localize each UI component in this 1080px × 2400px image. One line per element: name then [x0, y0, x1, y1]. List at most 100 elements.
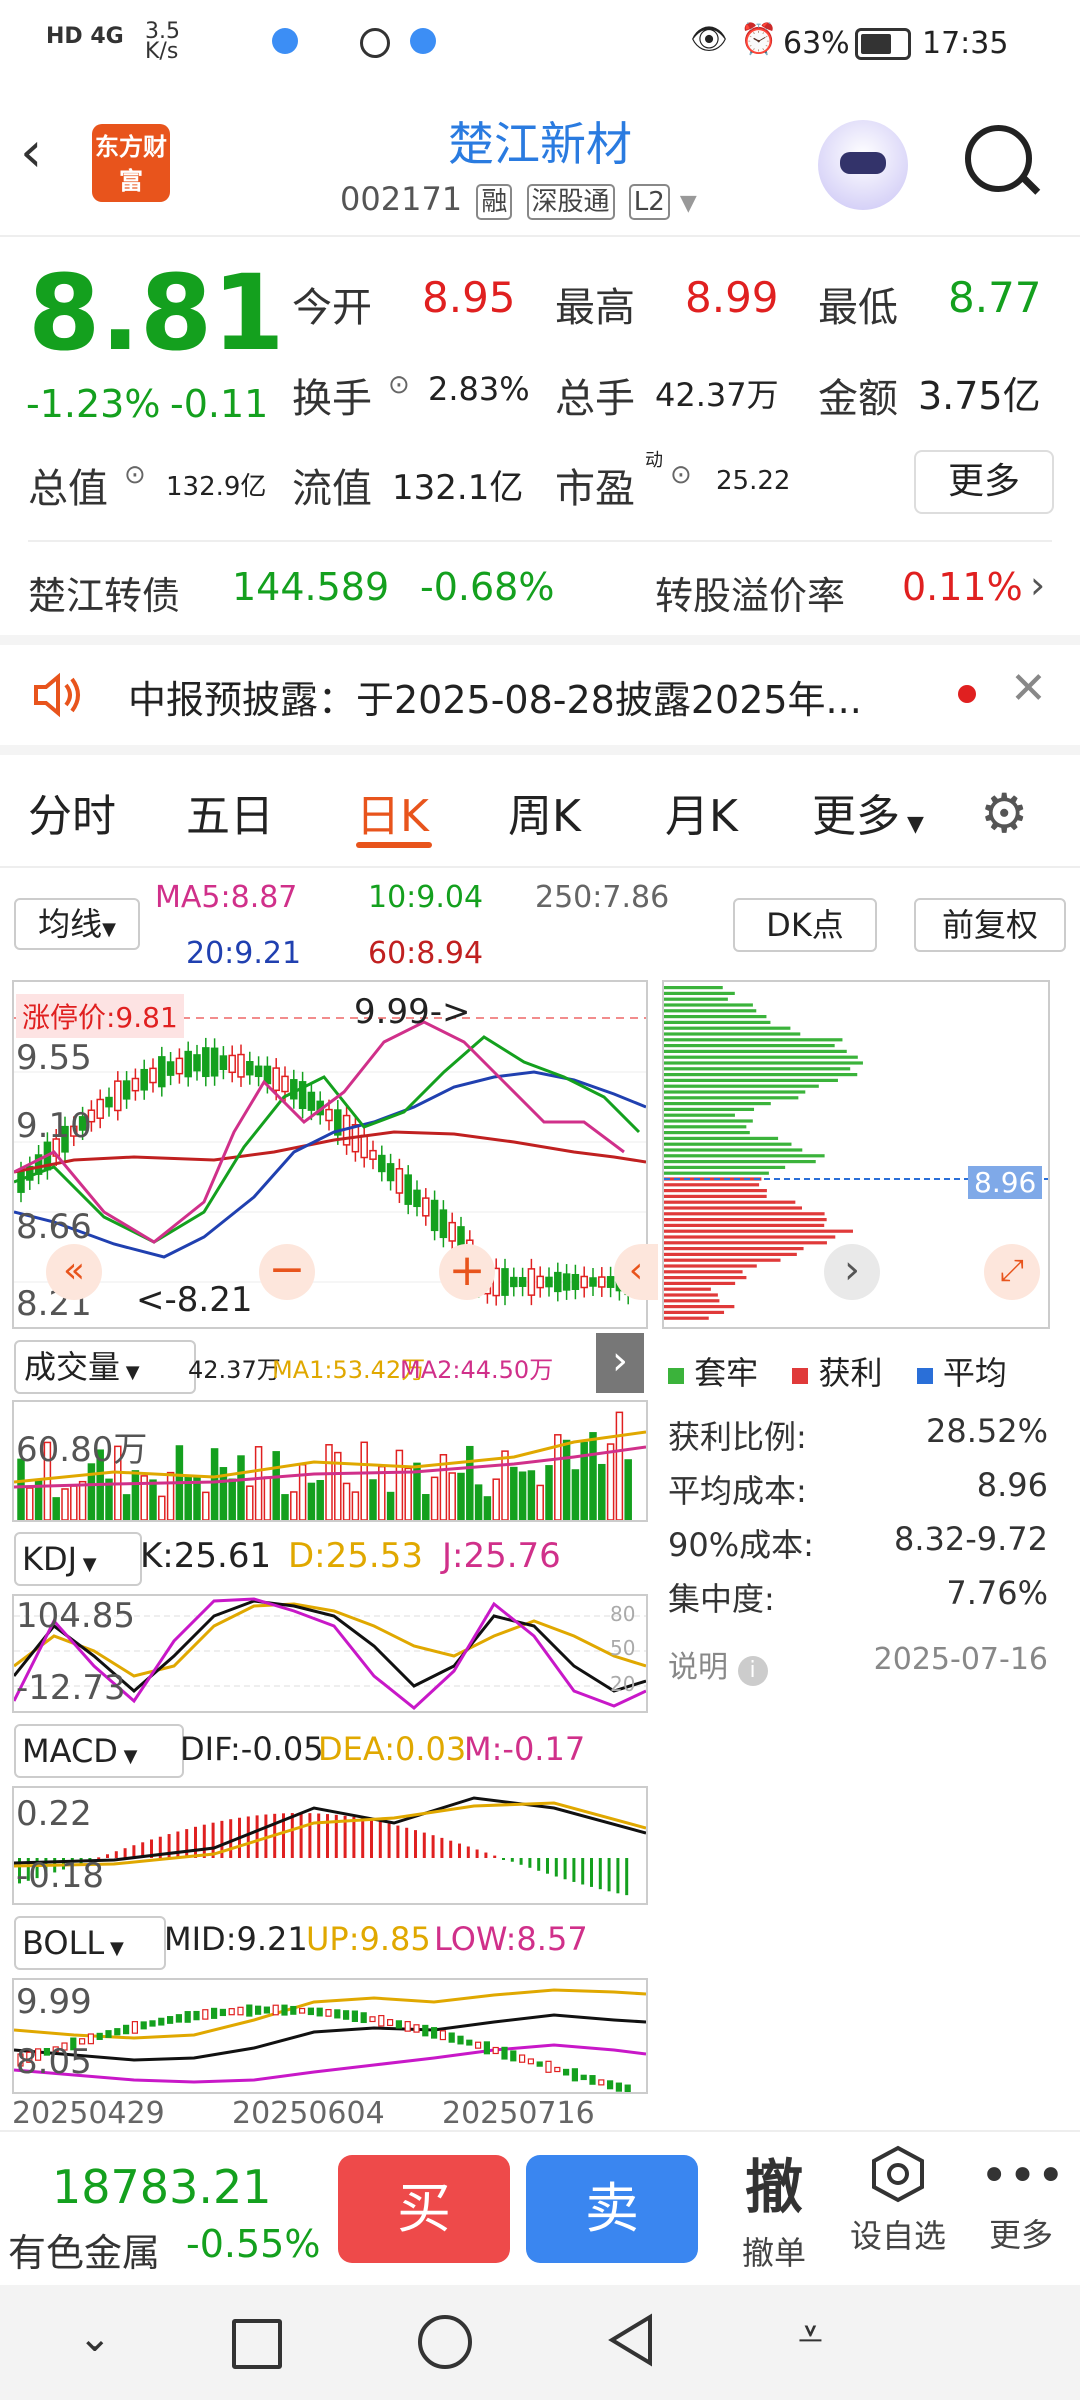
boll-candle — [105, 2030, 112, 2038]
close-icon[interactable]: ✕ — [1010, 663, 1047, 714]
candle-body — [606, 1276, 615, 1288]
chip-value: 8.96 — [976, 1466, 1048, 1504]
loading-icon — [360, 28, 390, 58]
boll-candle — [316, 2007, 323, 2017]
buy-button[interactable]: 买 — [338, 2155, 510, 2263]
chip-bar — [664, 1125, 747, 1129]
boll-candle — [202, 2009, 209, 2020]
macd-bar — [475, 1849, 479, 1858]
kdj-selector[interactable]: KDJ ▼ — [14, 1532, 142, 1586]
more-actions-button[interactable]: ••• 更多 — [980, 2148, 1065, 2256]
next-icon[interactable]: › — [824, 1244, 880, 1300]
tab-timeshare[interactable]: 分时 — [28, 780, 116, 844]
active-tab-indicator — [356, 842, 432, 848]
zoom-out-icon[interactable]: − — [259, 1244, 315, 1300]
stock-name: 楚江新材 — [448, 117, 632, 171]
chevron-down-icon: ▼ — [117, 1746, 138, 1767]
tab-daily-k[interactable]: 日K — [356, 780, 429, 844]
volume-bar — [202, 1491, 210, 1521]
tab-weekly-k[interactable]: 周K — [508, 780, 581, 844]
macd-bar — [396, 1825, 400, 1858]
kdj-selector-label: KDJ — [22, 1540, 78, 1578]
macd-bar — [598, 1858, 602, 1890]
chip-bar — [664, 1247, 804, 1251]
low-value: 8.77 — [948, 273, 1042, 322]
dk-point-button[interactable]: DK点 — [733, 898, 877, 952]
macd-bar — [616, 1858, 620, 1894]
more-label: 更多 — [988, 2216, 1053, 2254]
stock-code-row[interactable]: 002171 融 深股通 L2 ▼ — [340, 180, 697, 220]
system-nav-bar: ⌄ ⩡ — [0, 2285, 1080, 2400]
macd-selector[interactable]: MACD ▼ — [14, 1724, 184, 1778]
collapse-icon[interactable]: ⌄ — [78, 2315, 112, 2361]
candle-body — [378, 1154, 386, 1173]
amount-value: 3.75亿 — [918, 374, 1041, 418]
robot-assistant-icon[interactable] — [818, 120, 908, 210]
index-name[interactable]: 有色金属 — [8, 2222, 160, 2277]
speaker-icon — [30, 665, 80, 718]
search-icon[interactable] — [965, 125, 1041, 195]
recent-apps-icon[interactable] — [232, 2319, 282, 2369]
ma250-value: 250:7.86 — [535, 880, 670, 915]
volume-bar — [70, 1485, 78, 1521]
index-value[interactable]: 18783.21 — [52, 2160, 272, 2214]
home-icon[interactable] — [418, 2315, 472, 2369]
candle-body — [263, 1065, 272, 1085]
info-icon[interactable]: ⊙ — [388, 370, 410, 400]
sell-button[interactable]: 卖 — [526, 2155, 698, 2263]
legend-average: 平均 — [942, 1354, 1007, 1392]
adjust-button[interactable]: 前复权 — [914, 898, 1066, 952]
macd-bar — [202, 1824, 206, 1858]
tab-monthly-k[interactable]: 月K — [665, 780, 738, 844]
candle-body — [545, 1276, 553, 1288]
volume-bar — [606, 1443, 615, 1521]
gear-icon[interactable]: ⚙ — [980, 782, 1028, 845]
cancel-order-button[interactable]: 撤 撤单 — [728, 2140, 820, 2274]
boll-candle — [439, 2030, 446, 2041]
volume-selector[interactable]: 成交量 ▼ — [14, 1340, 196, 1394]
ma20-value: 20:9.21 — [186, 936, 302, 971]
ma-selector[interactable]: 均线▼ — [14, 898, 140, 950]
tab-more[interactable]: 更多 ▼ — [812, 780, 924, 844]
candle-body — [202, 1047, 210, 1078]
chevron-right-icon[interactable]: › — [596, 1333, 644, 1393]
volume-bar — [598, 1463, 606, 1521]
info-icon[interactable]: ⊙ — [670, 460, 692, 490]
boll-candle — [554, 2066, 561, 2073]
chip-bar — [664, 1293, 718, 1297]
section-gap — [0, 635, 1080, 645]
candle-body — [237, 1053, 245, 1078]
legend-profit: 获利 — [818, 1354, 883, 1392]
ma-selector-label: 均线 — [38, 905, 103, 943]
rewind-icon[interactable]: « — [46, 1244, 102, 1300]
open-label: 今开 — [292, 285, 372, 331]
add-watchlist-button[interactable]: 设自选 — [838, 2145, 958, 2257]
macd-bar — [431, 1835, 435, 1858]
back-nav-icon[interactable] — [606, 2313, 656, 2371]
zoom-in-icon[interactable]: + — [439, 1244, 495, 1300]
volume-bar — [510, 1466, 518, 1521]
notice-banner[interactable]: 中报预披露：于2025-08-28披露2025年... ✕ — [0, 645, 1080, 745]
macd-bar — [387, 1823, 391, 1858]
chip-bar — [664, 1044, 835, 1048]
convertible-bond-row[interactable]: 楚江转债 144.589 -0.68% 转股溢价率 0.11% › — [0, 545, 1080, 635]
more-button[interactable]: 更多 — [914, 450, 1054, 514]
kline-chart[interactable]: 涨停价:9.81 9.55 9.10 8.66 8.21 9.99-> <-8.… — [12, 980, 658, 1329]
hexagon-icon — [869, 2145, 927, 2203]
volume-ma2: MA2:44.50万 — [400, 1356, 554, 1384]
explain-link[interactable]: 说明 i — [668, 1642, 768, 1686]
tab-five-day[interactable]: 五日 — [186, 780, 274, 844]
boll-candle — [246, 2004, 253, 2017]
macd-bar — [537, 1858, 541, 1871]
macd-bar — [422, 1832, 426, 1858]
info-icon[interactable]: ⊙ — [124, 460, 146, 490]
macd-bar — [176, 1831, 180, 1858]
chip-bar — [664, 1113, 735, 1117]
level-50: 50 — [610, 1636, 636, 1660]
boll-candle — [580, 2074, 587, 2081]
chevron-right-icon: › — [1030, 563, 1046, 607]
notification-shade-icon[interactable]: ⩡ — [798, 2309, 823, 2360]
volume-bar — [536, 1484, 544, 1521]
boll-selector[interactable]: BOLL ▼ — [14, 1916, 166, 1970]
expand-icon[interactable]: ⤢ — [984, 1244, 1040, 1300]
